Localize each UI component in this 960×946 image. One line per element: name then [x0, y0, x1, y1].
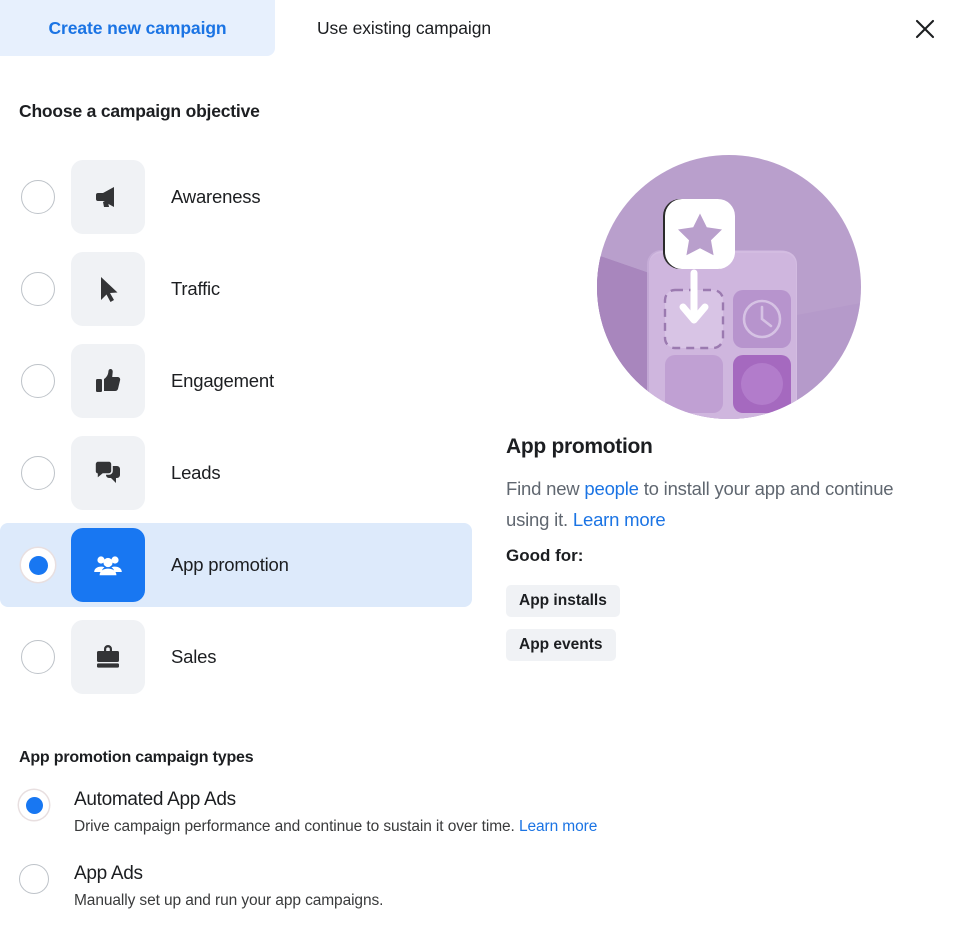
objective-label-leads: Leads — [171, 462, 221, 483]
objective-row-awareness[interactable]: Awareness — [0, 155, 478, 239]
objective-label-awareness: Awareness — [171, 186, 261, 207]
tab-bar: Create new campaign Use existing campaig… — [0, 0, 960, 56]
campaign-type-radio-app-ads[interactable] — [19, 864, 49, 894]
objective-row-engagement[interactable]: Engagement — [0, 339, 478, 423]
objective-radio-sales[interactable] — [21, 640, 55, 674]
learn-more-link-detail[interactable]: Learn more — [573, 509, 666, 530]
detail-title: App promotion — [506, 435, 653, 458]
good-for-tags: App installs App events — [506, 585, 620, 673]
campaign-type-row-automated-app-ads[interactable]: Automated App Ads Drive campaign perform… — [19, 787, 919, 836]
close-button[interactable] — [905, 9, 945, 49]
campaign-type-desc-automated-app-ads: Drive campaign performance and continue … — [74, 818, 919, 836]
tab-create-new-campaign[interactable]: Create new campaign — [0, 0, 275, 56]
objective-label-app-promotion: App promotion — [171, 554, 289, 575]
objective-radio-awareness[interactable] — [21, 180, 55, 214]
page-title: Choose a campaign objective — [19, 101, 260, 121]
people-link[interactable]: people — [584, 478, 639, 499]
campaign-type-radio-automated-app-ads[interactable] — [19, 790, 49, 820]
cursor-icon — [71, 252, 145, 326]
objective-label-sales: Sales — [171, 646, 217, 667]
objective-row-traffic[interactable]: Traffic — [0, 247, 478, 331]
campaign-type-desc-text-0: Drive campaign performance and continue … — [74, 818, 519, 835]
campaign-type-name-automated-app-ads: Automated App Ads — [74, 789, 236, 810]
objective-radio-app-promotion[interactable] — [21, 548, 55, 582]
objective-row-app-promotion[interactable]: App promotion — [0, 523, 472, 607]
objective-radio-leads[interactable] — [21, 456, 55, 490]
megaphone-icon — [71, 160, 145, 234]
campaign-type-name-app-ads: App Ads — [74, 863, 143, 884]
learn-more-link-automated-app-ads[interactable]: Learn more — [519, 818, 597, 835]
campaign-types-list: Automated App Ads Drive campaign perform… — [19, 787, 919, 935]
campaign-type-row-app-ads[interactable]: App Ads Manually set up and run your app… — [19, 861, 919, 910]
campaign-types-title: App promotion campaign types — [19, 749, 254, 766]
tab-use-existing-campaign-label: Use existing campaign — [317, 17, 491, 38]
objective-list: Awareness Traffic Engagement Leads App p… — [0, 155, 478, 707]
chat-bubble-icon — [71, 436, 145, 510]
campaign-type-desc-text-1: Manually set up and run your app campaig… — [74, 892, 384, 909]
tab-use-existing-campaign[interactable]: Use existing campaign — [275, 0, 533, 56]
objective-radio-traffic[interactable] — [21, 272, 55, 306]
tag-app-events: App events — [506, 629, 616, 661]
app-promotion-illustration — [597, 155, 861, 419]
detail-description: Find new people to install your app and … — [506, 473, 910, 535]
close-icon — [913, 17, 937, 41]
thumbs-up-icon — [71, 344, 145, 418]
detail-desc-part1: Find new — [506, 478, 585, 499]
good-for-label: Good for: — [506, 546, 584, 565]
objective-label-engagement: Engagement — [171, 370, 274, 391]
objective-detail-panel: App promotion Find new people to install… — [506, 155, 936, 661]
objective-row-sales[interactable]: Sales — [0, 615, 478, 699]
people-icon — [71, 528, 145, 602]
briefcase-icon — [71, 620, 145, 694]
tab-create-new-campaign-label: Create new campaign — [48, 17, 227, 38]
campaign-objective-dialog: Create new campaign Use existing campaig… — [0, 0, 960, 946]
objective-row-leads[interactable]: Leads — [0, 431, 478, 515]
tag-app-installs: App installs — [506, 585, 620, 617]
objective-label-traffic: Traffic — [171, 278, 220, 299]
campaign-type-desc-app-ads: Manually set up and run your app campaig… — [74, 892, 919, 910]
objective-radio-engagement[interactable] — [21, 364, 55, 398]
